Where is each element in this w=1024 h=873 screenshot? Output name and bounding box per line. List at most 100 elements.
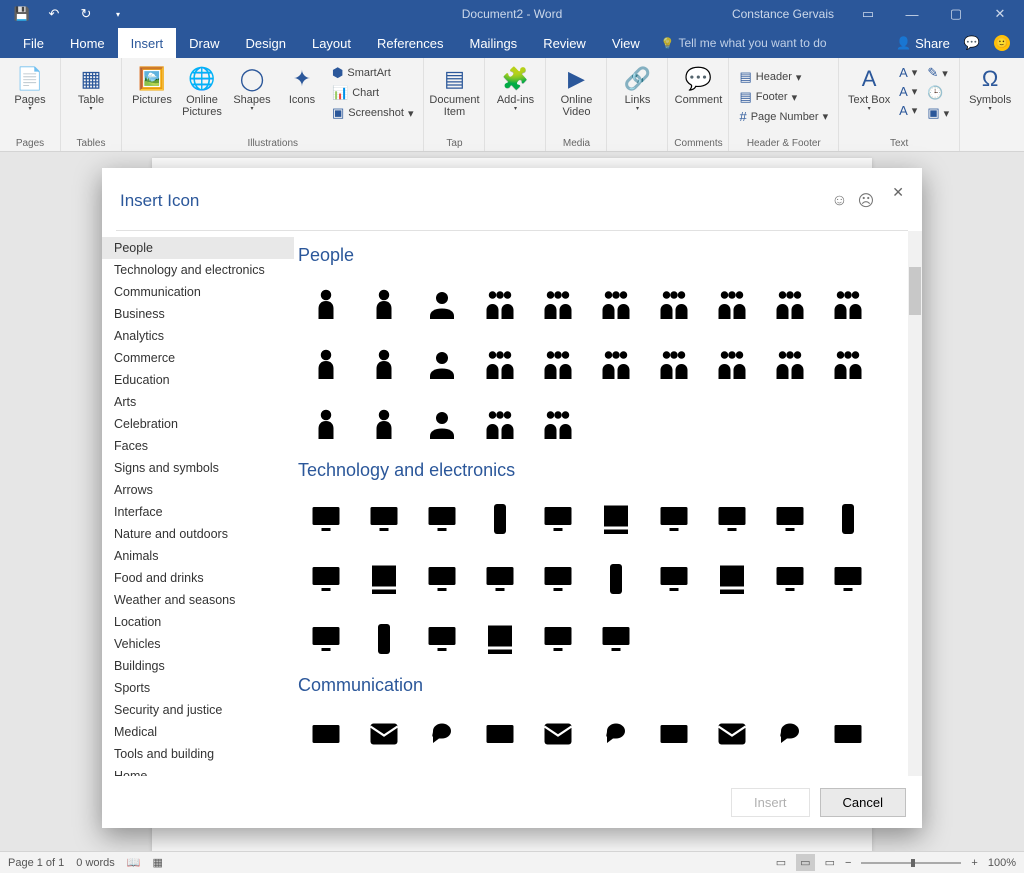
icon-cell[interactable] (704, 491, 760, 547)
tab-home[interactable]: Home (57, 28, 118, 58)
screenshot-button[interactable]: ▣Screenshot ▾ (328, 104, 417, 122)
icon-cell[interactable] (646, 706, 702, 762)
insert-button[interactable]: Insert (731, 788, 810, 817)
spelling-icon[interactable]: 📖 (127, 856, 141, 869)
icon-cell[interactable] (356, 491, 412, 547)
icon-cell[interactable] (704, 276, 760, 332)
icon-cell[interactable] (530, 611, 586, 667)
icon-cell[interactable] (762, 276, 818, 332)
icon-cell[interactable] (646, 551, 702, 607)
cancel-button[interactable]: Cancel (820, 788, 906, 817)
view-mode-read-icon[interactable]: ▭ (776, 856, 786, 869)
tab-mailings[interactable]: Mailings (457, 28, 531, 58)
tab-insert[interactable]: Insert (118, 28, 177, 58)
icon-cell[interactable] (646, 336, 702, 392)
category-item[interactable]: Medical (102, 721, 294, 743)
minimize-icon[interactable]: — (892, 0, 932, 28)
icon-cell[interactable] (646, 276, 702, 332)
category-item[interactable]: Celebration (102, 413, 294, 435)
tab-draw[interactable]: Draw (176, 28, 232, 58)
icons-button[interactable]: ✦Icons (278, 62, 326, 106)
category-item[interactable]: Communication (102, 281, 294, 303)
icon-cell[interactable] (530, 491, 586, 547)
online-pictures-button[interactable]: 🌐Online Pictures (178, 62, 226, 118)
icon-cell[interactable] (298, 276, 354, 332)
icon-cell[interactable] (530, 276, 586, 332)
macro-icon[interactable]: ▦ (153, 856, 163, 869)
tab-view[interactable]: View (599, 28, 653, 58)
comments-icon[interactable]: 💬 (964, 35, 980, 51)
icon-pane[interactable]: PeopleTechnology and electronicsCommunic… (294, 231, 922, 776)
icon-cell[interactable] (820, 551, 876, 607)
icon-cell[interactable] (414, 706, 470, 762)
icon-cell[interactable] (472, 611, 528, 667)
tab-file[interactable]: File (10, 28, 57, 58)
icon-cell[interactable] (704, 551, 760, 607)
close-dialog-icon[interactable]: ✕ (892, 184, 904, 201)
category-item[interactable]: Weather and seasons (102, 589, 294, 611)
category-item[interactable]: Buildings (102, 655, 294, 677)
category-item[interactable]: People (102, 237, 294, 259)
category-item[interactable]: Arts (102, 391, 294, 413)
icon-cell[interactable] (414, 276, 470, 332)
icon-cell[interactable] (820, 276, 876, 332)
category-item[interactable]: Tools and building (102, 743, 294, 765)
category-item[interactable]: Arrows (102, 479, 294, 501)
word-count[interactable]: 0 words (76, 857, 115, 869)
smartart-button[interactable]: ⬢SmartArt (328, 64, 417, 82)
text-opt-5[interactable]: 🕒 (923, 84, 953, 102)
icon-cell[interactable] (762, 551, 818, 607)
pages-button[interactable]: 📄Pages▾ (6, 62, 54, 113)
qat-dropdown-icon[interactable]: ▾ (104, 0, 132, 28)
category-item[interactable]: Animals (102, 545, 294, 567)
icon-cell[interactable] (588, 706, 644, 762)
happy-face-icon[interactable]: ☺ (831, 192, 847, 210)
close-window-icon[interactable]: ✕ (980, 0, 1020, 28)
save-icon[interactable]: 💾 (8, 0, 36, 28)
header-button[interactable]: ▤Header ▾ (735, 68, 832, 86)
icon-cell[interactable] (414, 336, 470, 392)
tell-me-search[interactable]: Tell me what you want to do (661, 28, 827, 58)
document-item-button[interactable]: ▤Document Item (430, 62, 478, 118)
icon-cell[interactable] (414, 611, 470, 667)
icon-cell[interactable] (298, 611, 354, 667)
icon-cell[interactable] (298, 396, 354, 452)
zoom-slider[interactable] (861, 862, 961, 864)
icon-cell[interactable] (414, 396, 470, 452)
addins-button[interactable]: 🧩Add-ins▾ (491, 62, 539, 113)
icon-cell[interactable] (356, 611, 412, 667)
icon-cell[interactable] (820, 336, 876, 392)
icon-cell[interactable] (588, 276, 644, 332)
zoom-out-icon[interactable]: − (845, 857, 851, 869)
text-opt-3[interactable]: A▾ (895, 102, 921, 119)
icon-cell[interactable] (588, 551, 644, 607)
category-item[interactable]: Education (102, 369, 294, 391)
text-opt-4[interactable]: ✎▾ (923, 64, 953, 82)
shapes-button[interactable]: ◯Shapes▾ (228, 62, 276, 113)
category-item[interactable]: Signs and symbols (102, 457, 294, 479)
icon-cell[interactable] (762, 706, 818, 762)
category-item[interactable]: Commerce (102, 347, 294, 369)
icon-cell[interactable] (530, 336, 586, 392)
sad-face-icon[interactable]: ☹ (858, 191, 875, 211)
icon-cell[interactable] (298, 551, 354, 607)
icon-cell[interactable] (588, 336, 644, 392)
icon-cell[interactable] (704, 706, 760, 762)
symbols-button[interactable]: ΩSymbols▾ (966, 62, 1014, 113)
tab-design[interactable]: Design (233, 28, 299, 58)
undo-icon[interactable]: ↶ (40, 0, 68, 28)
icon-cell[interactable] (298, 336, 354, 392)
category-item[interactable]: Vehicles (102, 633, 294, 655)
icon-cell[interactable] (298, 491, 354, 547)
text-opt-6[interactable]: ▣▾ (923, 104, 953, 122)
comment-button[interactable]: 💬Comment (674, 62, 722, 106)
icon-cell[interactable] (356, 336, 412, 392)
icon-cell[interactable] (704, 336, 760, 392)
smiley-icon[interactable]: 🙂 (994, 35, 1010, 51)
icon-cell[interactable] (472, 706, 528, 762)
icon-cell[interactable] (356, 551, 412, 607)
icon-cell[interactable] (472, 276, 528, 332)
icon-cell[interactable] (472, 551, 528, 607)
zoom-level[interactable]: 100% (988, 857, 1016, 869)
tab-layout[interactable]: Layout (299, 28, 364, 58)
